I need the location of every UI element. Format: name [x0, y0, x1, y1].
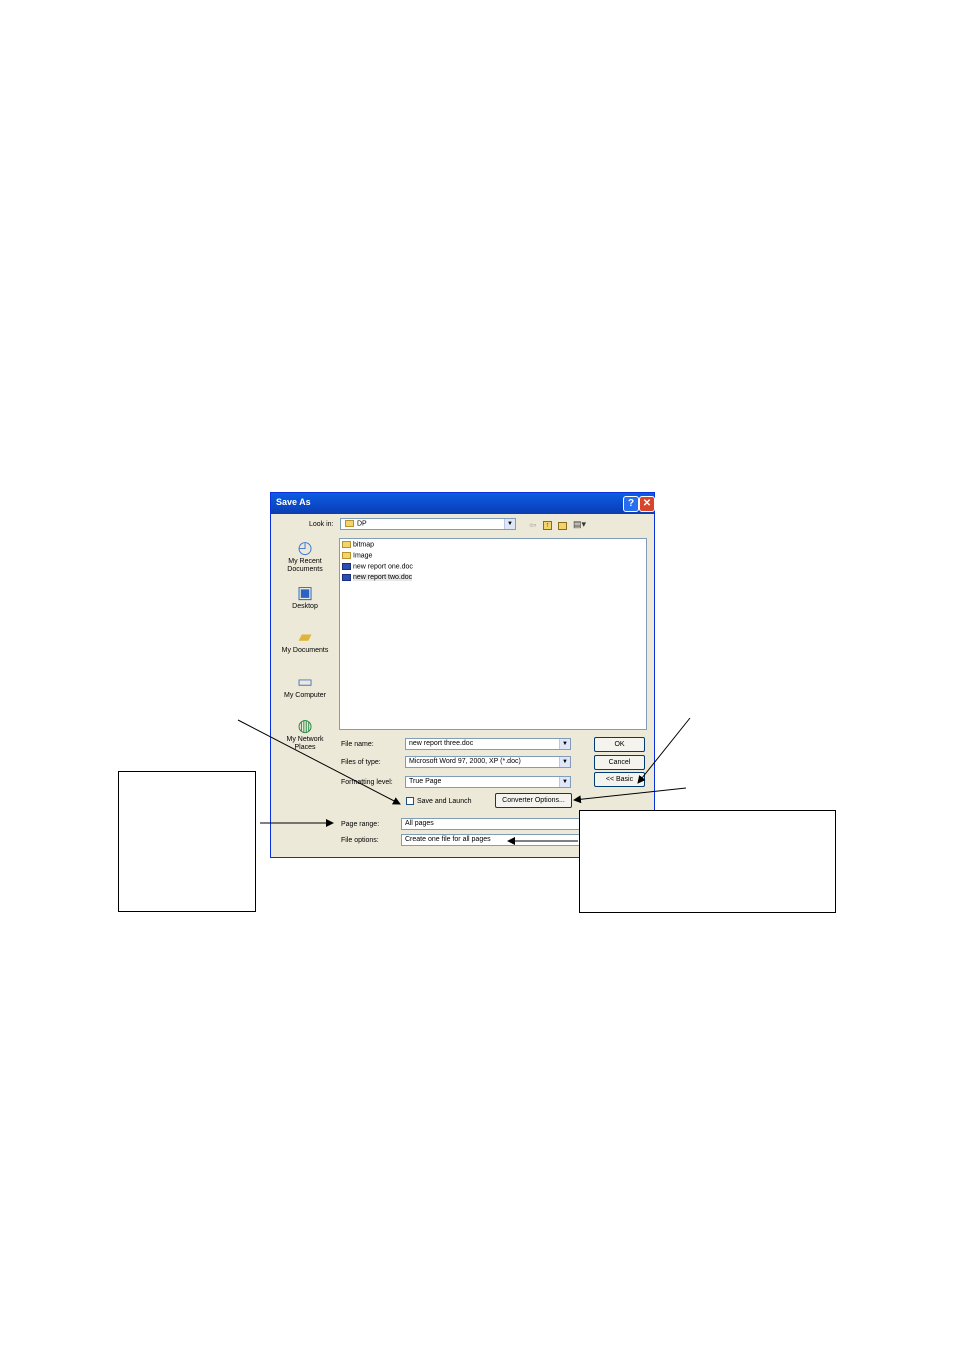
arrow-to-basic-button — [637, 717, 691, 784]
callout-arrows — [237, 717, 691, 845]
arrow-to-converter-options — [573, 787, 687, 804]
arrow-to-save-and-launch — [237, 719, 401, 805]
